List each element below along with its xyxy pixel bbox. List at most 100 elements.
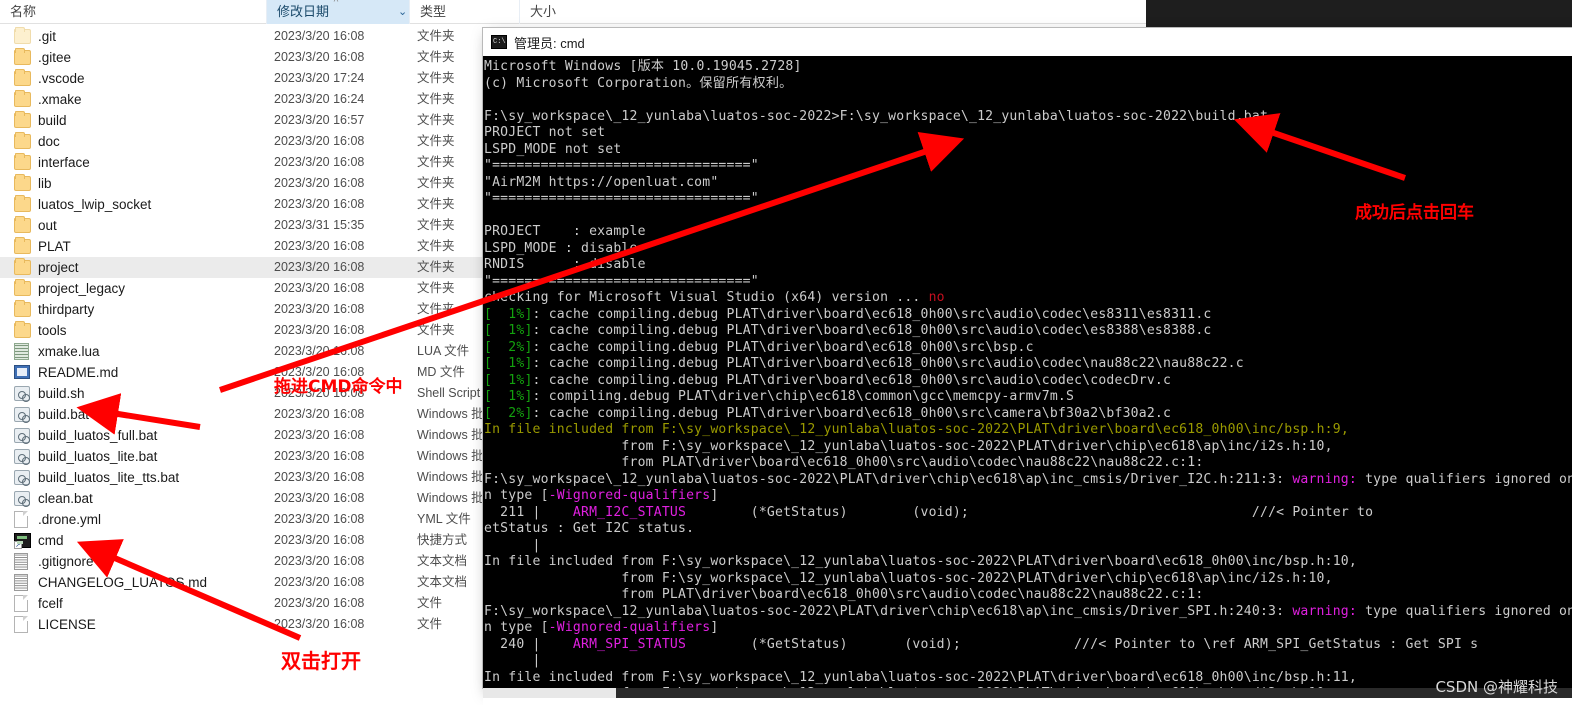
folder-icon <box>14 300 31 317</box>
console-line: from PLAT\driver\board\ec618_0h00\src\au… <box>484 587 1572 604</box>
file-name-cell: interface <box>14 152 90 173</box>
file-type-cell: MD 文件 <box>417 365 465 379</box>
column-header-size[interactable]: 大小 <box>519 0 619 24</box>
text-file-icon <box>14 553 28 570</box>
console-text: : cache compiling.debug PLAT\driver\boar… <box>532 356 1244 371</box>
console-text: (c) Microsoft Corporation。保留所有权利。 <box>484 75 793 91</box>
file-date-cell: 2023/3/20 16:08 <box>274 491 365 505</box>
file-name-cell: build_luatos_lite.bat <box>14 446 157 467</box>
console-line: F:\sy_workspace\_12_yunlaba\luatos-soc-2… <box>484 109 1572 126</box>
file-type-cell: 文件夹 <box>417 302 455 316</box>
file-name-cell: lib <box>14 173 52 194</box>
console-text: ] <box>710 620 719 635</box>
file-name-cell: build_luatos_lite_tts.bat <box>14 467 179 488</box>
cmd-console-output[interactable]: Microsoft Windows [版本 10.0.19045.2728] (c… <box>483 56 1572 688</box>
console-line: In file included from F:\sy_workspace\_1… <box>484 422 1572 439</box>
console-text: 1% <box>492 306 525 322</box>
console-text: : cache compiling.debug PLAT\driver\boar… <box>532 339 1034 355</box>
file-name-label: .xmake <box>38 92 82 107</box>
shell-file-icon <box>14 428 30 444</box>
console-text: F:\sy_workspace\_12_yunlaba\luatos-soc-2… <box>661 422 1349 437</box>
file-type-cell: Windows 批 <box>417 428 484 442</box>
file-type-cell: 文件夹 <box>417 50 455 64</box>
folder-icon <box>14 111 31 128</box>
cmd-window[interactable]: 管理员: cmd Microsoft Windows [版本 10.0.1904… <box>483 28 1572 688</box>
console-line: [ 1%]: cache compiling.debug PLAT\driver… <box>484 323 1572 340</box>
file-name-cell: .vscode <box>14 68 85 89</box>
file-name-label: project <box>38 260 79 275</box>
folder-icon <box>14 258 31 275</box>
column-header-type[interactable]: 类型 <box>409 0 519 24</box>
file-type-cell: 文件夹 <box>417 29 455 43</box>
folder-icon <box>14 153 31 170</box>
file-type-cell: 文件夹 <box>417 155 455 169</box>
text-file-icon <box>14 574 28 591</box>
file-name-label: interface <box>38 155 90 170</box>
file-name-label: tools <box>38 323 67 338</box>
column-header-name-label: 名称 <box>10 4 37 19</box>
console-text: from PLAT\driver\board\ec618_0h00\src\au… <box>484 455 1204 470</box>
file-name-cell: .git <box>14 26 56 47</box>
file-name-label: build.bat <box>38 407 90 422</box>
file-date-cell: 2023/3/20 16:08 <box>274 302 365 316</box>
console-text: ] <box>524 405 533 421</box>
console-line: [ 1%]: cache compiling.debug PLAT\driver… <box>484 373 1572 390</box>
console-line: | <box>484 653 1572 670</box>
file-name-label: project_legacy <box>38 281 126 296</box>
console-text: : cache compiling.debug PLAT\driver\boar… <box>532 306 1212 322</box>
file-name-label: PLAT <box>38 239 71 254</box>
file-name-cell: build_luatos_full.bat <box>14 425 157 446</box>
console-text: ] <box>524 372 533 388</box>
file-type-cell: 文件夹 <box>417 113 455 127</box>
console-text: In file included from <box>484 422 662 437</box>
console-line: from PLAT\driver\board\ec618_0h00\src\au… <box>484 455 1572 472</box>
console-line: 211 | ARM_I2C_STATUS (*GetStatus) (void)… <box>484 505 1572 522</box>
console-line: In file included from F:\sy_workspace\_1… <box>484 554 1572 571</box>
file-date-cell: 2023/3/20 16:08 <box>274 575 365 589</box>
file-name-label: CHANGELOG_LUATOS.md <box>38 575 208 590</box>
file-name-cell: LICENSE <box>14 614 96 635</box>
console-text: "AirM2M https://openluat.com" <box>484 174 719 190</box>
file-date-cell: 2023/3/20 16:08 <box>274 512 365 526</box>
console-text: [ <box>484 339 493 355</box>
console-line: etStatus : Get I2C status. <box>484 521 1572 538</box>
file-date-cell: 2023/3/20 16:08 <box>274 554 365 568</box>
file-type-cell: 文件夹 <box>417 197 455 211</box>
file-name-label: README.md <box>38 365 119 380</box>
file-name-cell: build.sh <box>14 383 85 404</box>
lua-file-icon <box>14 343 29 360</box>
file-date-cell: 2023/3/20 16:08 <box>274 134 365 148</box>
file-name-cell: project_legacy <box>14 278 125 299</box>
md-file-icon <box>14 365 30 379</box>
console-text: 1% <box>492 372 525 388</box>
file-date-cell: 2023/3/20 16:08 <box>274 407 365 421</box>
folder-icon <box>14 174 31 191</box>
console-line: LSPD_MODE not set <box>484 142 1572 159</box>
console-text: type qualifiers ignored on <box>1356 471 1572 487</box>
console-text: F:\sy_workspace\_12_yunlaba\luatos-soc-2… <box>484 471 1293 487</box>
console-text: ARM_I2C_STATUS <box>572 504 687 520</box>
file-type-cell: 文本文档 <box>417 554 468 568</box>
console-text: from F:\sy_workspace\_12_yunlaba\luatos-… <box>484 438 1333 454</box>
file-name-label: build <box>38 113 67 128</box>
file-type-cell: Windows 批 <box>417 470 484 484</box>
file-date-cell: 2023/3/20 16:08 <box>274 428 365 442</box>
console-text: PROJECT not set <box>484 125 606 140</box>
console-text: | <box>484 653 573 668</box>
column-header-name[interactable]: 名称 <box>0 0 266 24</box>
file-date-cell: 2023/3/20 16:08 <box>274 260 365 274</box>
console-text: LSPD_MODE not set <box>484 141 622 157</box>
console-text: PROJECT : example <box>484 224 646 239</box>
column-header-size-label: 大小 <box>530 4 557 19</box>
console-text: F:\sy_workspace\_12_yunlaba\luatos-soc-2… <box>484 603 1293 619</box>
folder-icon <box>14 132 31 149</box>
file-type-cell: 文件夹 <box>417 323 455 337</box>
file-type-cell: 文件夹 <box>417 134 455 148</box>
cmd-title-bar[interactable]: 管理员: cmd <box>483 28 1572 56</box>
console-text: from PLAT\driver\board\ec618_0h00\src\au… <box>484 587 1204 602</box>
folder-icon <box>14 321 31 338</box>
file-type-cell: Windows 批 <box>417 491 484 505</box>
file-type-cell: YML 文件 <box>417 512 471 526</box>
shortcut-overlay-icon <box>14 541 22 549</box>
